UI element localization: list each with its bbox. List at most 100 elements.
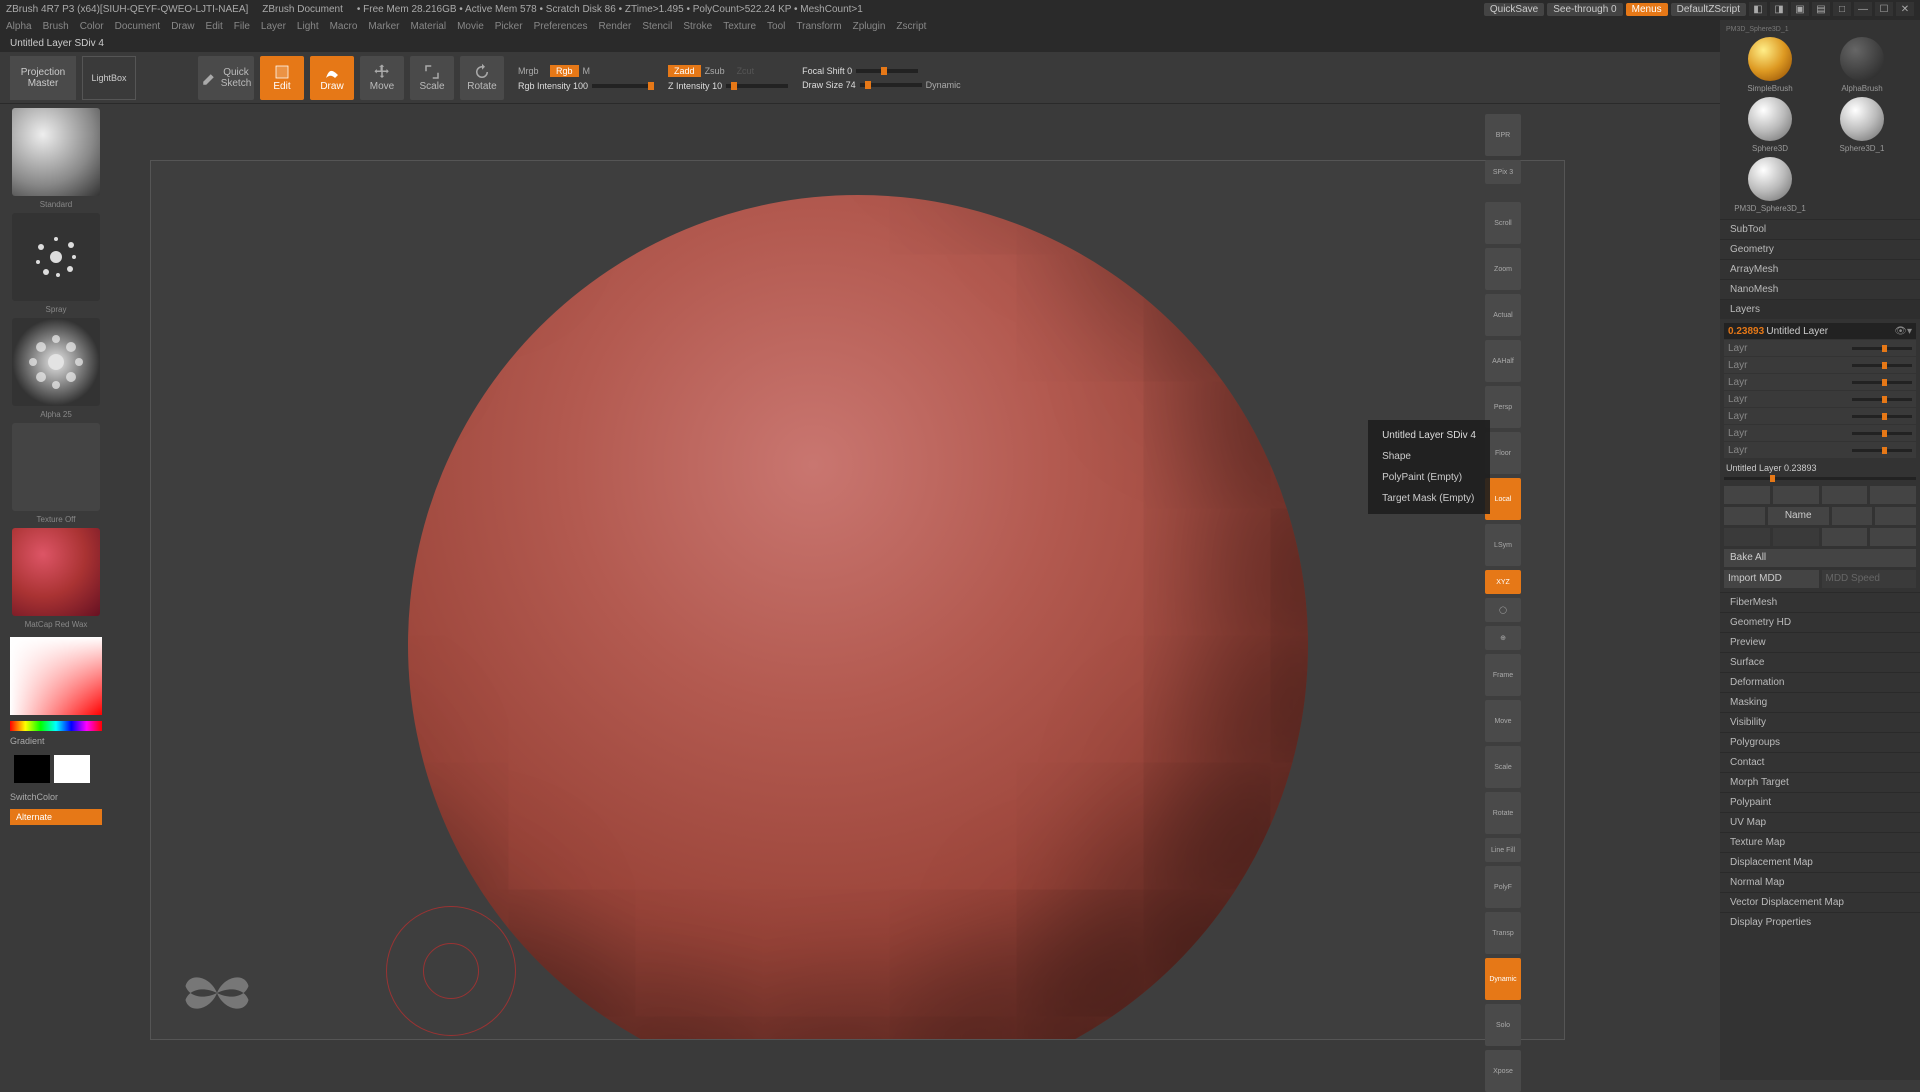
menu-item[interactable]: Tool [767,21,785,32]
window-icon[interactable]: ◨ [1770,2,1788,16]
swatch-white[interactable] [54,755,90,783]
circle-button[interactable]: ◯ [1485,598,1521,622]
layer-row[interactable]: Layr [1724,425,1916,441]
xpose-button[interactable]: Xpose [1485,1050,1521,1092]
acc-normalmap[interactable]: Normal Map [1720,872,1920,892]
acc-geometry[interactable]: Geometry [1720,239,1920,259]
layer-nav-next[interactable] [1822,486,1868,504]
lightbox-button[interactable]: LightBox [82,56,136,100]
minimize-icon[interactable]: — [1854,2,1872,16]
layer-btn[interactable] [1773,528,1819,546]
menu-item[interactable]: Stencil [642,21,672,32]
defaultscript-button[interactable]: DefaultZScript [1671,3,1746,16]
menus-button[interactable]: Menus [1626,3,1668,16]
brush-thumb[interactable] [12,108,100,196]
menu-item[interactable]: Picker [495,21,523,32]
bake-all-button[interactable]: Bake All [1724,549,1916,567]
swatch-black[interactable] [14,755,50,783]
layer-intensity-slider[interactable] [1852,364,1912,367]
window-icon[interactable]: □ [1833,2,1851,16]
zcut-label[interactable]: Zcut [737,66,765,76]
menu-item[interactable]: Brush [43,21,69,32]
mdd-speed-slider[interactable]: MDD Speed [1822,570,1917,588]
tool-alphabrush[interactable]: AlphaBrush [1818,37,1906,93]
frame-button[interactable]: Frame [1485,654,1521,696]
layer-row-active[interactable]: 0.23893 Untitled Layer 👁 ▾ [1724,323,1916,339]
layer-btn[interactable] [1822,528,1868,546]
zsub-label[interactable]: Zsub [705,66,733,76]
layer-row[interactable]: Layr [1724,340,1916,356]
xyz-button[interactable]: XYZ [1485,570,1521,594]
seethrough-slider[interactable]: See-through 0 [1547,3,1622,16]
menu-item[interactable]: Render [599,21,632,32]
layer-intensity-slider[interactable] [1852,398,1912,401]
menu-item[interactable]: Marker [368,21,399,32]
zadd-button[interactable]: Zadd [668,65,701,77]
focal-shift-slider[interactable] [856,69,918,73]
mesh-sphere[interactable] [408,195,1308,1040]
move-button[interactable]: Move [360,56,404,100]
acc-contact[interactable]: Contact [1720,752,1920,772]
switchcolor-button[interactable]: SwitchColor [4,789,108,805]
menu-item[interactable]: Document [115,21,161,32]
material-thumb[interactable] [12,528,100,616]
layer-name-button[interactable]: Name [1768,507,1829,525]
window-icon[interactable]: ▤ [1812,2,1830,16]
acc-subtool[interactable]: SubTool [1720,219,1920,239]
menu-item[interactable]: Zplugin [853,21,886,32]
acc-layers[interactable]: Layers [1720,299,1920,319]
move-nav-button[interactable]: Move [1485,700,1521,742]
layer-rec-button[interactable] [1724,507,1765,525]
tool-pm3d[interactable]: PM3D_Sphere3D_1 [1726,157,1814,213]
acc-visibility[interactable]: Visibility [1720,712,1920,732]
acc-surface[interactable]: Surface [1720,652,1920,672]
menu-item[interactable]: Edit [206,21,223,32]
layer-intensity-slider[interactable] [1852,432,1912,435]
menu-item[interactable]: Macro [330,21,358,32]
aahalf-button[interactable]: AAHalf [1485,340,1521,382]
acc-geometryhd[interactable]: Geometry HD [1720,612,1920,632]
lsym-button[interactable]: LSym [1485,524,1521,566]
layer-row[interactable]: Layr [1724,374,1916,390]
layer-row[interactable]: Layr [1724,391,1916,407]
zoom-button[interactable]: Zoom [1485,248,1521,290]
tool-preview[interactable]: PM3D_Sphere3D_1 [1726,26,1904,33]
color-picker[interactable] [10,637,102,715]
linefill-button[interactable]: Line Fill [1485,838,1521,862]
rotate-nav-button[interactable]: Rotate [1485,792,1521,834]
acc-fibermesh[interactable]: FiberMesh [1720,592,1920,612]
menu-item[interactable]: Layer [261,21,286,32]
layer-intensity-slider[interactable] [1852,347,1912,350]
window-icon[interactable]: ▣ [1791,2,1809,16]
eye-icon[interactable]: 👁 [1894,326,1907,337]
acc-polypaint[interactable]: Polypaint [1720,792,1920,812]
z-intensity-slider[interactable]: .slider-bar:not(.full):not(.low)::after{… [726,84,788,88]
menu-item[interactable]: Movie [457,21,484,32]
texture-thumb[interactable] [12,423,100,511]
menu-item[interactable]: Color [80,21,104,32]
persp-button[interactable]: Persp [1485,386,1521,428]
layer-btn[interactable] [1870,528,1916,546]
rotate-button[interactable]: Rotate [460,56,504,100]
acc-arraymesh[interactable]: ArrayMesh [1720,259,1920,279]
layer-btn[interactable] [1724,528,1770,546]
spix-button[interactable]: SPix 3 [1485,160,1521,184]
acc-texturemap[interactable]: Texture Map [1720,832,1920,852]
layer-del-button[interactable] [1875,507,1916,525]
menu-item[interactable]: Transform [796,21,841,32]
menu-item[interactable]: Draw [171,21,194,32]
layer-nav-prev[interactable] [1773,486,1819,504]
layer-dup-button[interactable] [1832,507,1873,525]
acc-displayproperties[interactable]: Display Properties [1720,912,1920,932]
m-label[interactable]: M [583,66,611,76]
floor-button[interactable]: Floor [1485,432,1521,474]
polyf-button[interactable]: PolyF [1485,866,1521,908]
window-icon[interactable]: ◧ [1749,2,1767,16]
alternate-button[interactable]: Alternate [10,809,102,825]
transp-button[interactable]: Transp [1485,912,1521,954]
menu-item[interactable]: Texture [723,21,756,32]
layer-row[interactable]: Layr [1724,357,1916,373]
acc-morphtarget[interactable]: Morph Target [1720,772,1920,792]
mrgb-label[interactable]: Mrgb [518,66,546,76]
target-button[interactable]: ⊕ [1485,626,1521,650]
